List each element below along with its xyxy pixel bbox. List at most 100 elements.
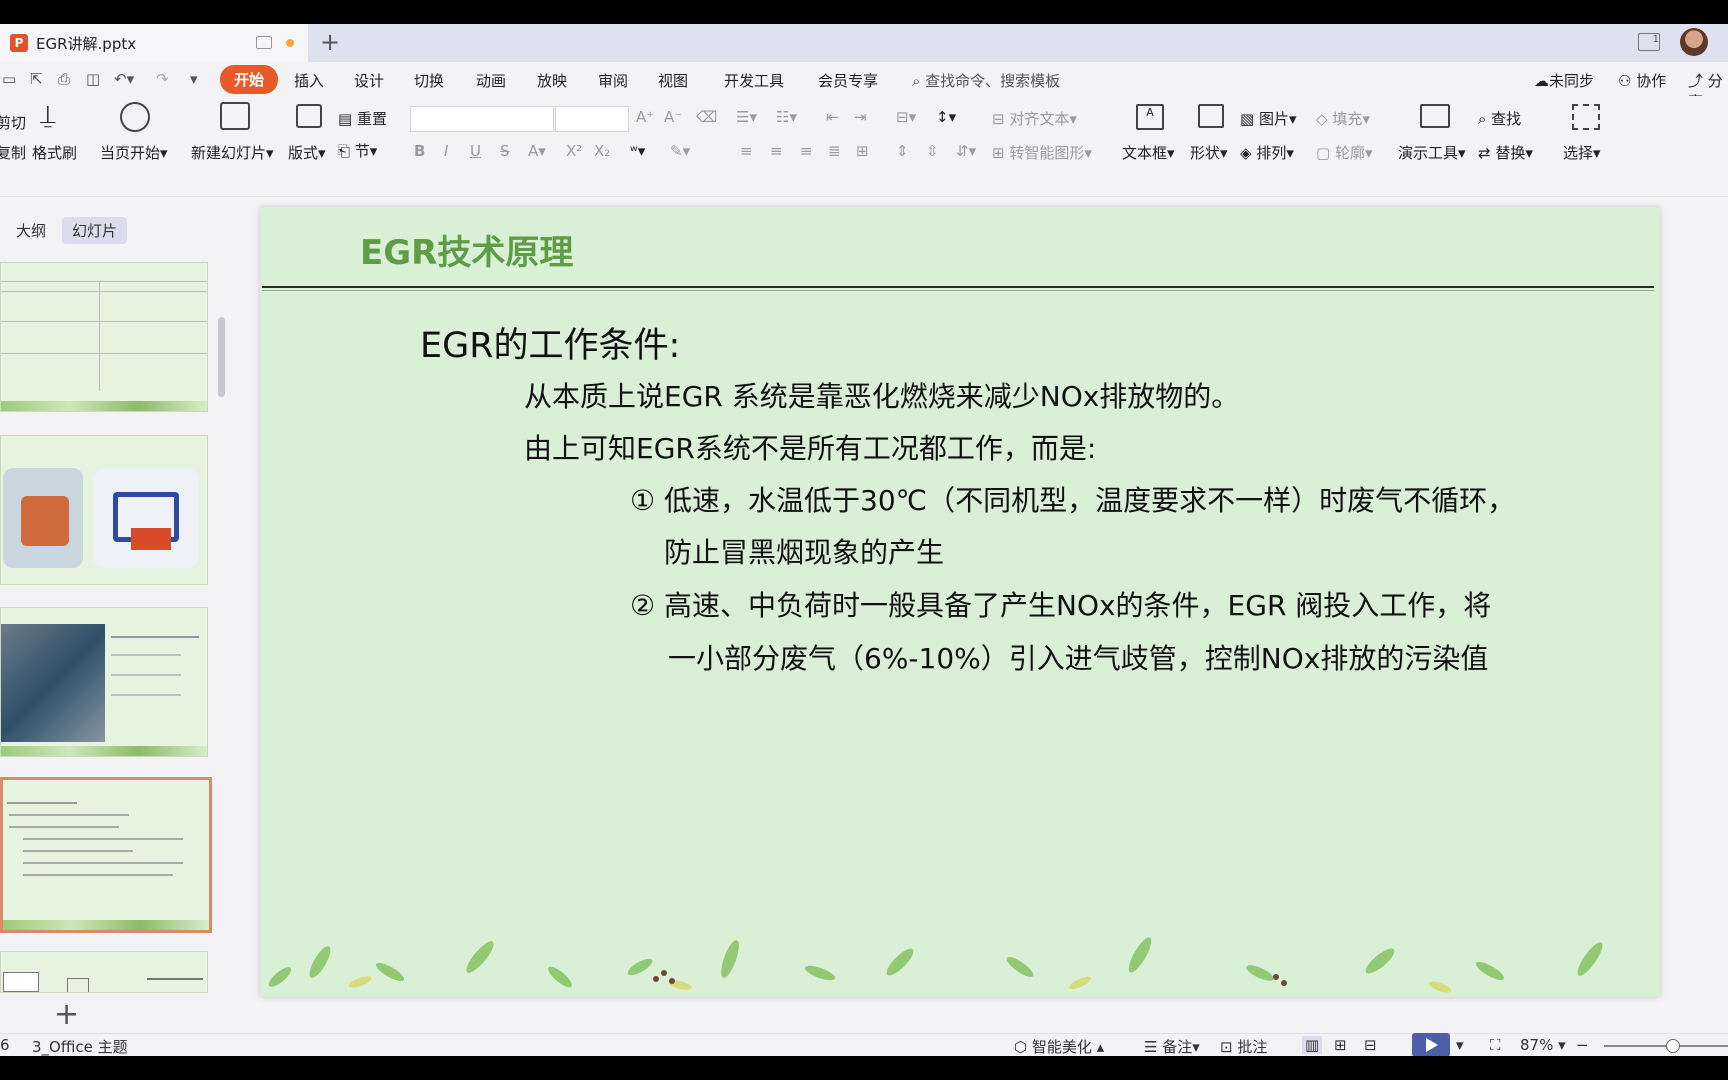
copy-button[interactable]: 复制 — [0, 142, 26, 163]
thumbnail-scrollbar[interactable] — [218, 317, 225, 397]
line-spacing-icon[interactable]: ↕▾ — [936, 108, 956, 126]
slide-thumbnail[interactable] — [0, 435, 208, 585]
slide-title[interactable]: EGR技术原理 — [360, 225, 573, 274]
subscript-icon[interactable]: X₂ — [594, 142, 610, 160]
justify-icon[interactable]: ≣ — [828, 142, 841, 160]
find-button[interactable]: ⌕ 查找 — [1478, 108, 1521, 129]
grow-font-icon[interactable]: A⁺ — [636, 108, 654, 126]
shape-icon[interactable] — [1198, 104, 1224, 128]
highlight-icon[interactable]: ✎▾ — [670, 142, 690, 160]
align-left-icon[interactable]: ≡ — [740, 142, 753, 160]
picture-button[interactable]: ▧ 图片▾ — [1240, 108, 1297, 129]
tab-view[interactable]: 视图 — [658, 70, 688, 91]
align-right-icon[interactable]: ≡ — [800, 142, 813, 160]
paragraph-spacing-icon[interactable]: ⇕ — [896, 142, 909, 160]
slide-thumbnail[interactable] — [0, 607, 208, 757]
slide-editor-canvas[interactable]: EGR技术原理 EGR的工作条件: 从本质上说EGR 系统是靠恶化燃烧来减少NO… — [232, 197, 1728, 1033]
layout-icon[interactable] — [296, 104, 322, 128]
tab-animations[interactable]: 动画 — [476, 70, 506, 91]
notes-button[interactable]: ☰ 备注▾ — [1144, 1036, 1200, 1056]
redo-icon[interactable]: ↷ — [156, 70, 169, 88]
tab-insert[interactable]: 插入 — [294, 70, 324, 91]
slide-item-1-line-1[interactable]: ① 低速，水温低于30℃（不同机型，温度要求不一样）时废气不循环， — [630, 479, 1515, 519]
smartart-button[interactable]: ⊞ 转智能图形▾ — [992, 142, 1092, 163]
zoom-level[interactable]: 87% ▾ — [1520, 1036, 1566, 1054]
format-painter-icon[interactable]: ⍊ — [40, 100, 56, 131]
undo-icon[interactable]: ↶▾ — [114, 70, 134, 88]
sync-status[interactable]: ☁未同步 — [1534, 70, 1594, 91]
align-center-icon[interactable]: ≡ — [770, 142, 783, 160]
font-family-select[interactable] — [410, 106, 554, 132]
play-from-current-icon[interactable] — [120, 102, 150, 132]
font-size-select[interactable] — [555, 106, 629, 132]
increase-indent-icon[interactable]: ⇥ — [854, 108, 867, 126]
underline-icon[interactable]: U — [470, 142, 481, 160]
fit-window-icon[interactable]: ⛶ — [1490, 1036, 1501, 1054]
new-slide-button[interactable]: 新建幻灯片▾ — [191, 142, 274, 163]
present-tools-icon[interactable] — [1420, 104, 1450, 128]
new-tab-button[interactable]: + — [320, 28, 340, 56]
customize-dropdown-icon[interactable]: ▾ — [190, 70, 198, 88]
present-tools-button[interactable]: 演示工具▾ — [1398, 142, 1466, 163]
reset-button[interactable]: ▤ 重置 — [338, 108, 387, 129]
document-tab[interactable]: P EGR讲解.pptx — [0, 24, 308, 62]
line-spacing-options-icon[interactable]: ⇳ — [926, 142, 939, 160]
zoom-out-icon[interactable]: − — [1576, 1036, 1589, 1054]
distribute-icon[interactable]: ⊞ — [856, 142, 869, 160]
arrange-button[interactable]: ◈ 排列▾ — [1240, 142, 1294, 163]
font-color-icon[interactable]: A▾ — [528, 142, 546, 160]
italic-icon[interactable]: I — [444, 142, 448, 160]
tab-member[interactable]: 会员专享 — [818, 70, 878, 91]
tab-transitions[interactable]: 切换 — [414, 70, 444, 91]
textbox-button[interactable]: 文本框▾ — [1122, 142, 1175, 163]
slide-thumbnail-selected[interactable] — [0, 777, 212, 933]
from-current-button[interactable]: 当页开始▾ — [100, 142, 168, 163]
page-indicator-icon[interactable]: 1 — [1638, 33, 1660, 51]
layout-button[interactable]: 版式▾ — [288, 142, 326, 163]
zoom-slider-handle[interactable] — [1666, 1039, 1680, 1053]
current-slide[interactable]: EGR技术原理 EGR的工作条件: 从本质上说EGR 系统是靠恶化燃烧来减少NO… — [260, 207, 1660, 997]
save-icon[interactable]: ▭ — [2, 70, 16, 88]
superscript-icon[interactable]: X² — [566, 142, 582, 160]
textbox-icon[interactable]: A — [1136, 104, 1164, 130]
select-icon[interactable] — [1572, 104, 1600, 130]
user-avatar[interactable] — [1680, 28, 1708, 56]
slide-item-2-line-2[interactable]: 一小部分废气（6%-10%）引入进气歧管，控制NOx排放的污染值 — [668, 637, 1488, 677]
slide-body-line-2[interactable]: 由上可知EGR系统不是所有工况都工作，而是: — [524, 427, 1096, 467]
reading-view-icon[interactable]: ⊟ — [1364, 1036, 1377, 1054]
replace-button[interactable]: ⇄ 替换▾ — [1478, 142, 1533, 163]
add-slide-button[interactable]: + — [54, 997, 79, 1032]
spacing-dropdown-icon[interactable]: ⇵▾ — [956, 142, 976, 160]
slide-item-2-line-1[interactable]: ② 高速、中负荷时一般具备了产生NOx的条件，EGR 阀投入工作，将 — [630, 584, 1491, 624]
shrink-font-icon[interactable]: A⁻ — [664, 108, 682, 126]
play-slideshow-button[interactable] — [1412, 1033, 1450, 1056]
smart-beautify-button[interactable]: ⬡ 智能美化 ▴ — [1014, 1036, 1104, 1056]
bold-icon[interactable]: B — [414, 142, 425, 160]
shape-button[interactable]: 形状▾ — [1190, 142, 1228, 163]
strikethrough-icon[interactable]: S — [500, 142, 510, 160]
print-preview-icon[interactable]: ◫ — [86, 70, 100, 88]
bullet-list-icon[interactable]: ☰▾ — [736, 108, 757, 126]
fill-button[interactable]: ◇ 填充▾ — [1316, 108, 1370, 129]
cut-button[interactable]: 剪切 — [0, 112, 26, 133]
collab-button[interactable]: ⚇ 协作 — [1618, 70, 1666, 91]
command-search[interactable]: ⌕ 查找命令、搜索模板 — [912, 70, 1060, 91]
slide-thumbnail[interactable] — [0, 262, 208, 412]
select-button[interactable]: 选择▾ — [1563, 142, 1601, 163]
decrease-indent-icon[interactable]: ⇤ — [826, 108, 839, 126]
phonetic-icon[interactable]: ʷ▾ — [630, 142, 645, 160]
numbered-list-icon[interactable]: ☷▾ — [776, 108, 797, 126]
tab-developer[interactable]: 开发工具 — [724, 70, 784, 91]
text-direction-icon[interactable]: ⊟▾ — [896, 108, 916, 126]
tab-home[interactable]: 开始 — [220, 65, 279, 94]
tab-review[interactable]: 审阅 — [598, 70, 628, 91]
tab-outline[interactable]: 大纲 — [6, 217, 56, 244]
align-text-button[interactable]: ⊟ 对齐文本▾ — [992, 108, 1077, 129]
theme-name[interactable]: 3_Office 主题 — [32, 1036, 128, 1056]
normal-view-icon[interactable]: ▥ — [1302, 1036, 1323, 1054]
slide-heading[interactable]: EGR的工作条件: — [420, 317, 680, 368]
slide-thumbnail[interactable] — [0, 951, 208, 993]
slide-body-line-1[interactable]: 从本质上说EGR 系统是靠恶化燃烧来减少NOx排放物的。 — [524, 375, 1239, 415]
section-button[interactable]: ⎗ 节▾ — [338, 140, 377, 161]
slide-item-1-line-2[interactable]: 防止冒黑烟现象的产生 — [664, 531, 944, 571]
